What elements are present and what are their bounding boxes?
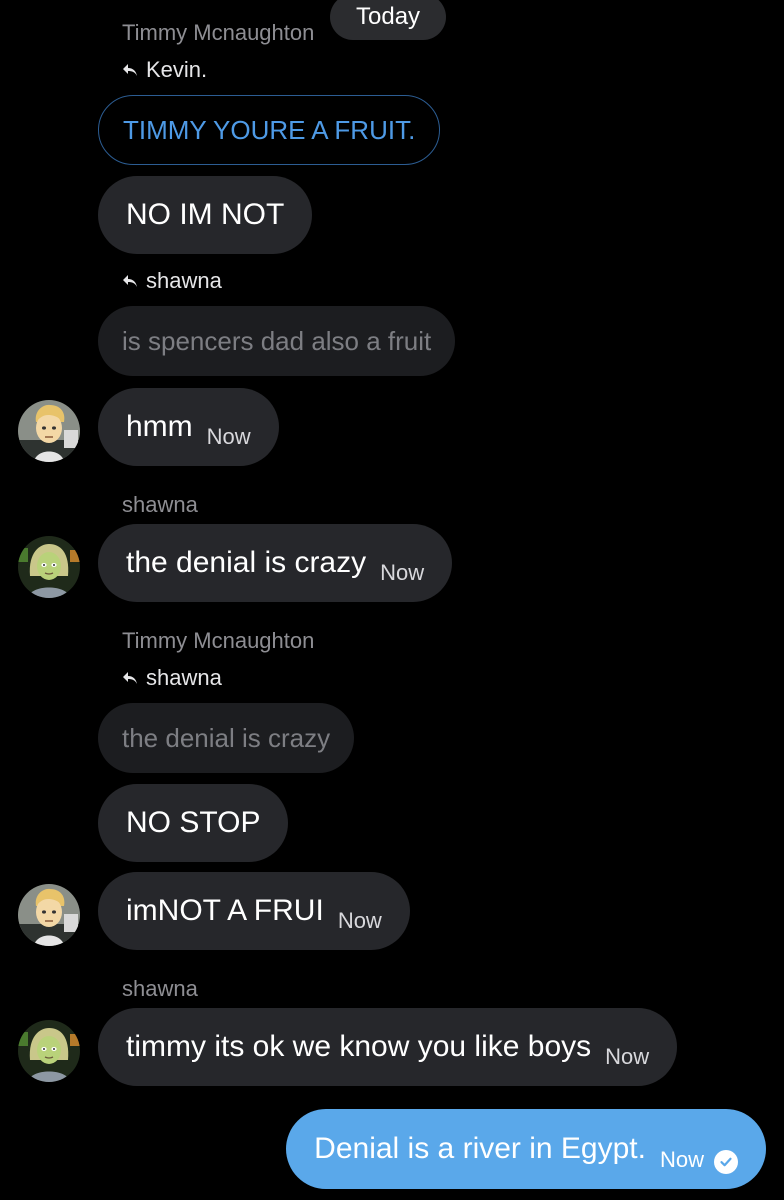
message-timestamp: Now	[206, 424, 251, 449]
message-bubble[interactable]: the denial is crazy Now	[98, 524, 453, 602]
avatar-timmy[interactable]	[18, 884, 80, 946]
reply-to-name: Kevin.	[146, 57, 208, 82]
message-bubble[interactable]: imNOT A FRUI Now	[98, 872, 410, 950]
reply-reference[interactable]: shawna	[122, 665, 222, 691]
message-text: timmy its ok we know you like boys	[126, 1030, 592, 1063]
reply-arrow-icon	[122, 274, 138, 288]
message-timestamp: Now	[659, 1147, 704, 1172]
message-text: NO IM NOT	[126, 198, 285, 231]
sender-name-shawna: shawna	[122, 976, 198, 1001]
quoted-message[interactable]: the denial is crazy	[98, 703, 355, 773]
message-text: the denial is crazy	[126, 546, 367, 579]
message-bubble[interactable]: timmy its ok we know you like boys Now	[98, 1008, 678, 1086]
message-bubble[interactable]: NO IM NOT	[98, 176, 313, 254]
message-text: NO STOP	[126, 806, 261, 839]
reply-arrow-icon	[122, 671, 138, 685]
sender-name-timmy: Timmy Mcnaughton	[122, 628, 315, 653]
sender-name-timmy: Timmy Mcnaughton	[122, 20, 315, 45]
message-text: imNOT A FRUI	[126, 894, 324, 927]
reply-reference[interactable]: Kevin.	[122, 57, 207, 83]
quoted-message[interactable]: TIMMY YOURE A FRUIT.	[98, 95, 441, 165]
message-text: hmm	[126, 410, 193, 443]
message-timestamp: Now	[380, 560, 425, 585]
message-timestamp: Now	[605, 1044, 650, 1069]
sender-name-shawna: shawna	[122, 492, 198, 517]
read-check-icon	[714, 1150, 738, 1174]
message-text: Denial is a river in Egypt.	[314, 1132, 646, 1165]
quoted-message[interactable]: is spencers dad also a fruit	[98, 306, 456, 376]
reply-reference[interactable]: shawna	[122, 268, 222, 294]
reply-arrow-icon	[122, 63, 138, 77]
reply-to-name: shawna	[146, 268, 222, 293]
date-separator: Today	[330, 0, 447, 40]
outgoing-message-bubble[interactable]: Denial is a river in Egypt. Now	[286, 1109, 766, 1189]
avatar-shawna[interactable]	[18, 1020, 80, 1082]
message-timestamp: Now	[337, 908, 382, 933]
message-bubble[interactable]: NO STOP	[98, 784, 289, 862]
avatar-shawna[interactable]	[18, 536, 80, 598]
reply-to-name: shawna	[146, 665, 222, 690]
message-bubble[interactable]: hmm Now	[98, 388, 279, 466]
avatar-timmy[interactable]	[18, 400, 80, 462]
